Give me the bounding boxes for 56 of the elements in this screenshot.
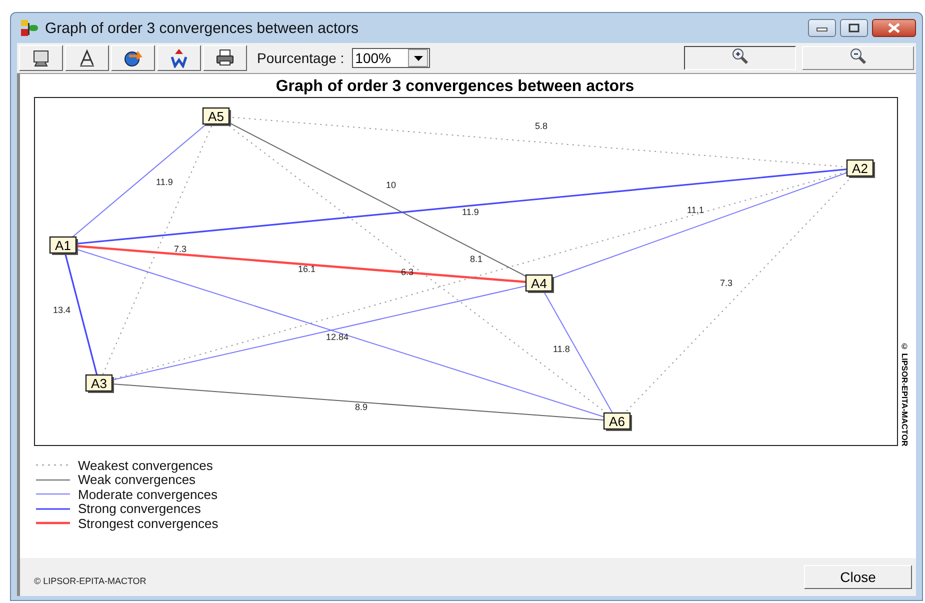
colored-blocks-icon [19,19,39,37]
toolbar-button[interactable] [111,45,155,71]
copyright-text: © LIPSOR-EPITA-MACTOR [900,342,909,446]
edge-value: 5.8 [535,121,548,131]
close-button[interactable]: Close [804,565,912,589]
edge-value: 16.1 [298,264,316,274]
legend-label: Weakest convergences [78,458,213,473]
percentage-dropdown[interactable]: 100% [352,48,430,68]
toolbar-button[interactable] [19,45,63,71]
actor-node: A2 [846,159,875,178]
edge-value: 12.84 [326,332,349,342]
w-arrow-icon [169,48,189,68]
edge-value: 7.3 [720,278,733,288]
zoom-in-button[interactable] [684,46,796,70]
monitor-icon [31,48,51,68]
line-sample-icon [36,491,70,498]
legend-label: Strong convergences [78,501,201,516]
copyright-text: © LIPSOR-EPITA-MACTOR [34,575,146,586]
legend-label: Moderate convergences [78,486,218,502]
edge-value: 11.1 [687,205,704,215]
caret-icon [414,56,423,60]
edge-value: 7.3 [174,244,187,254]
edge-value: 8.9 [355,402,368,412]
actor-node: A6 [603,412,632,431]
legend-label: Strongest convergences [78,516,218,531]
line-sample-icon [36,462,70,468]
edge-value: 11.9 [462,207,479,217]
dropdown-button[interactable] [408,49,428,67]
maximize-icon [848,23,860,33]
edge-value: 6.3 [401,267,414,277]
actor-node: A1 [49,236,78,255]
letter-icon [77,48,97,68]
line-sample-icon [36,476,70,483]
toolbar-button[interactable] [203,45,247,71]
close-icon [887,23,901,33]
edge-value: 8.1 [470,254,483,264]
minimize-button[interactable] [808,19,836,37]
actor-node: A5 [202,107,231,126]
printer-icon [215,48,235,68]
edge-value: 10 [386,180,396,190]
chart-title: Graph of order 3 convergences between actors [274,77,636,97]
zoom-out-button[interactable] [802,46,914,70]
window-title: Graph of order 3 convergences between actors [45,20,360,36]
toolbar-button[interactable] [157,45,201,71]
legend-label: Weak convergences [78,472,196,488]
edge-value: 11.9 [156,177,173,187]
actor-node: A4 [525,274,554,293]
toolbar-button[interactable] [65,45,109,71]
edge-value: 13.4 [53,305,71,315]
maximize-button[interactable] [840,19,868,37]
line-sample-icon [36,520,70,526]
close-button[interactable] [872,19,916,37]
edge-value: 11.8 [553,344,570,354]
percentage-label: Pourcentage : [257,50,344,66]
line-sample-icon [36,506,70,512]
actor-node: A3 [85,374,114,393]
